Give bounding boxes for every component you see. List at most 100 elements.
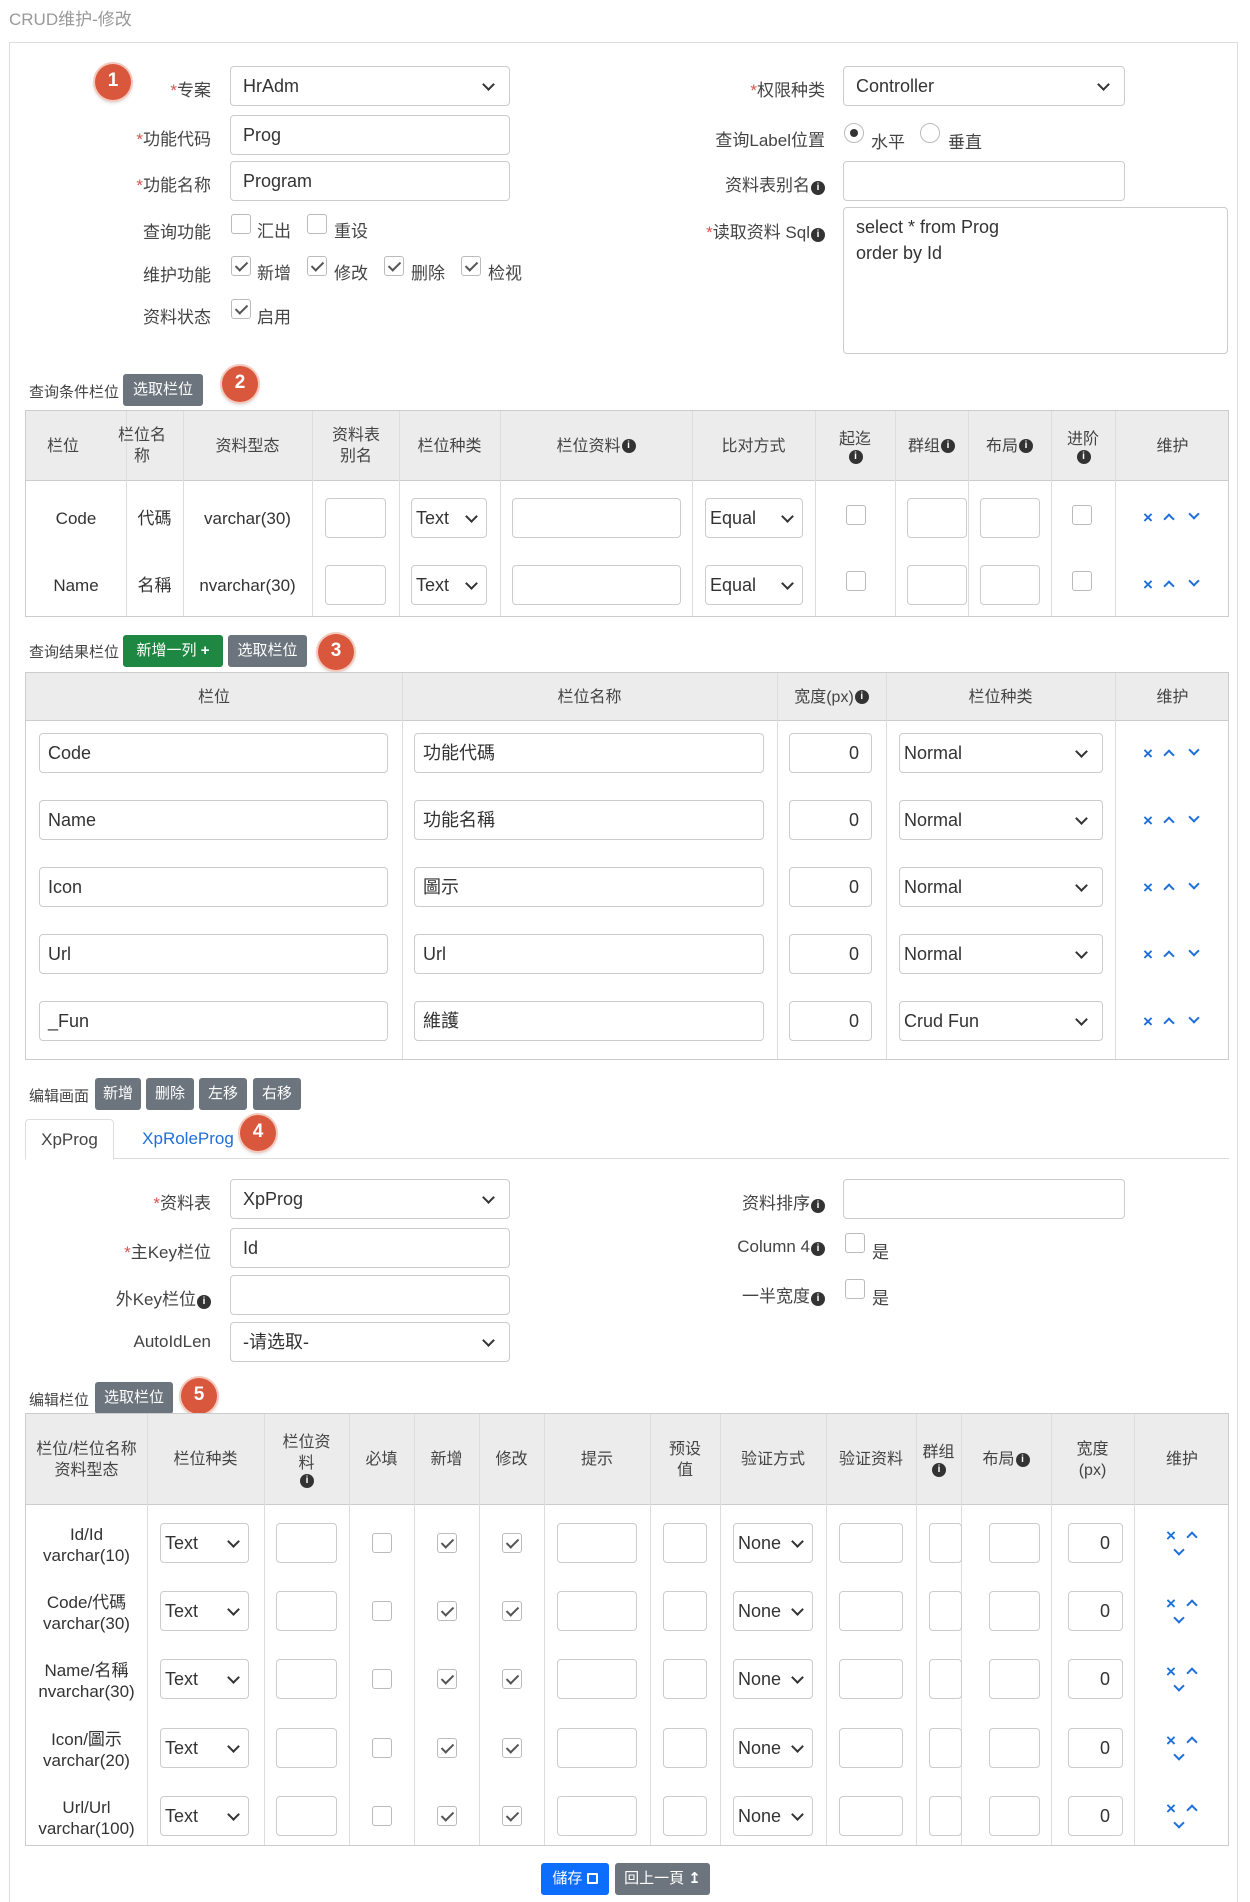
cond-row-2-layout-input[interactable] (980, 565, 1040, 605)
delete-icon[interactable]: × (1166, 1594, 1176, 1614)
edit-row-4-layout-input[interactable] (989, 1728, 1040, 1768)
move-down-icon[interactable] (1173, 1544, 1185, 1556)
edit-row-3-kind-select[interactable]: Text (160, 1659, 249, 1699)
cond-row-1-group-input[interactable] (907, 498, 967, 538)
edit-row-5-required-checkbox[interactable] (372, 1806, 392, 1826)
edit-row-5-hint-input[interactable] (557, 1796, 637, 1836)
move-up-icon[interactable] (1186, 1531, 1198, 1543)
tab-xproleprog[interactable]: XpRoleProg (128, 1119, 248, 1160)
cond-row-1-layout-input[interactable] (980, 498, 1040, 538)
table-select[interactable]: XpProg (230, 1179, 510, 1219)
result-row-5-kind-select[interactable]: Crud Fun (899, 1001, 1103, 1041)
edit-screen-delete-button[interactable]: 删除 (146, 1078, 194, 1110)
edit-row-4-kind-select[interactable]: Text (160, 1728, 249, 1768)
result-row-2-field-input[interactable]: Name (39, 800, 388, 840)
edit-row-2-hint-input[interactable] (557, 1591, 637, 1631)
edit-row-4-default-input[interactable] (663, 1728, 707, 1768)
export-checkbox[interactable] (231, 214, 251, 234)
move-up-icon[interactable] (1186, 1736, 1198, 1748)
move-up-icon[interactable] (1163, 749, 1175, 761)
move-down-icon[interactable] (1188, 945, 1200, 957)
edit-screen-left-button[interactable]: 左移 (199, 1078, 247, 1110)
edit-row-5-width-input[interactable]: 0 (1068, 1796, 1123, 1836)
cond-row-2-compare-select[interactable]: Equal (705, 565, 803, 605)
move-down-icon[interactable] (1188, 508, 1200, 520)
result-row-4-field-input[interactable]: Url (39, 934, 388, 974)
cond-row-1-range-checkbox[interactable] (846, 505, 866, 525)
move-down-icon[interactable] (1173, 1680, 1185, 1692)
edit-row-1-width-input[interactable]: 0 (1068, 1523, 1123, 1563)
delete-checkbox[interactable] (384, 256, 404, 276)
move-up-icon[interactable] (1163, 1017, 1175, 1029)
edit-row-5-add-checkbox[interactable] (437, 1806, 457, 1826)
delete-icon[interactable]: × (1143, 945, 1153, 965)
enabled-checkbox[interactable] (231, 299, 251, 319)
table-alias-input[interactable] (843, 161, 1125, 201)
cond-row-1-kind-select[interactable]: Text (411, 498, 487, 538)
edit-screen-add-button[interactable]: 新增 (95, 1078, 141, 1110)
delete-icon[interactable]: × (1166, 1731, 1176, 1751)
result-row-2-kind-select[interactable]: Normal (899, 800, 1103, 840)
delete-icon[interactable]: × (1143, 1012, 1153, 1032)
move-up-icon[interactable] (1186, 1804, 1198, 1816)
cond-row-2-range-checkbox[interactable] (846, 571, 866, 591)
auth-type-select[interactable]: Controller (843, 66, 1125, 106)
edit-row-3-default-input[interactable] (663, 1659, 707, 1699)
edit-row-3-required-checkbox[interactable] (372, 1669, 392, 1689)
prog-code-input[interactable]: Prog (230, 115, 510, 155)
edit-row-3-hint-input[interactable] (557, 1659, 637, 1699)
edit-row-1-hint-input[interactable] (557, 1523, 637, 1563)
move-down-icon[interactable] (1188, 575, 1200, 587)
fk-input[interactable] (230, 1275, 510, 1315)
query-result-pick-button[interactable]: 选取栏位 (228, 635, 307, 667)
cond-row-1-alias-input[interactable] (325, 498, 386, 538)
vertical-radio[interactable] (920, 123, 940, 143)
move-down-icon[interactable] (1188, 878, 1200, 890)
move-down-icon[interactable] (1188, 1012, 1200, 1024)
move-up-icon[interactable] (1186, 1667, 1198, 1679)
result-row-2-width-input[interactable]: 0 (789, 800, 872, 840)
edit-row-3-group-input[interactable] (929, 1659, 962, 1699)
delete-icon[interactable]: × (1143, 744, 1153, 764)
edit-row-4-validation-data-input[interactable] (839, 1728, 903, 1768)
add-checkbox[interactable] (231, 256, 251, 276)
edit-row-4-validation-select[interactable]: None (733, 1728, 813, 1768)
move-down-icon[interactable] (1173, 1612, 1185, 1624)
move-down-icon[interactable] (1173, 1749, 1185, 1761)
half-width-checkbox[interactable] (845, 1279, 865, 1299)
edit-row-2-kind-select[interactable]: Text (160, 1591, 249, 1631)
edit-row-3-add-checkbox[interactable] (437, 1669, 457, 1689)
result-row-1-name-input[interactable]: 功能代碼 (414, 733, 764, 773)
edit-row-5-kind-select[interactable]: Text (160, 1796, 249, 1836)
edit-row-2-validation-data-input[interactable] (839, 1591, 903, 1631)
delete-icon[interactable]: × (1143, 878, 1153, 898)
edit-checkbox[interactable] (307, 256, 327, 276)
move-up-icon[interactable] (1163, 580, 1175, 592)
edit-row-1-add-checkbox[interactable] (437, 1533, 457, 1553)
read-sql-textarea[interactable]: select * from Prog order by Id (843, 207, 1228, 354)
sort-input[interactable] (843, 1179, 1125, 1219)
move-down-icon[interactable] (1188, 811, 1200, 823)
delete-icon[interactable]: × (1166, 1799, 1176, 1819)
edit-row-1-validation-select[interactable]: None (733, 1523, 813, 1563)
edit-row-4-required-checkbox[interactable] (372, 1738, 392, 1758)
move-up-icon[interactable] (1163, 883, 1175, 895)
query-result-add-button[interactable]: 新增一列 + (123, 635, 223, 667)
result-row-3-kind-select[interactable]: Normal (899, 867, 1103, 907)
edit-row-5-layout-input[interactable] (989, 1796, 1040, 1836)
edit-row-2-add-checkbox[interactable] (437, 1601, 457, 1621)
edit-fields-pick-button[interactable]: 选取栏位 (95, 1382, 173, 1414)
edit-row-5-validation-select[interactable]: None (733, 1796, 813, 1836)
result-row-1-kind-select[interactable]: Normal (899, 733, 1103, 773)
edit-row-1-group-input[interactable] (929, 1523, 962, 1563)
query-cond-pick-button[interactable]: 选取栏位 (123, 374, 203, 406)
edit-screen-right-button[interactable]: 右移 (253, 1078, 301, 1110)
result-row-5-field-input[interactable]: _Fun (39, 1001, 388, 1041)
auto-id-select[interactable]: -请选取- (230, 1322, 510, 1362)
edit-row-2-group-input[interactable] (929, 1591, 962, 1631)
result-row-4-width-input[interactable]: 0 (789, 934, 872, 974)
move-up-icon[interactable] (1163, 950, 1175, 962)
edit-row-3-validation-data-input[interactable] (839, 1659, 903, 1699)
edit-row-5-data-input[interactable] (276, 1796, 337, 1836)
delete-icon[interactable]: × (1143, 508, 1153, 528)
